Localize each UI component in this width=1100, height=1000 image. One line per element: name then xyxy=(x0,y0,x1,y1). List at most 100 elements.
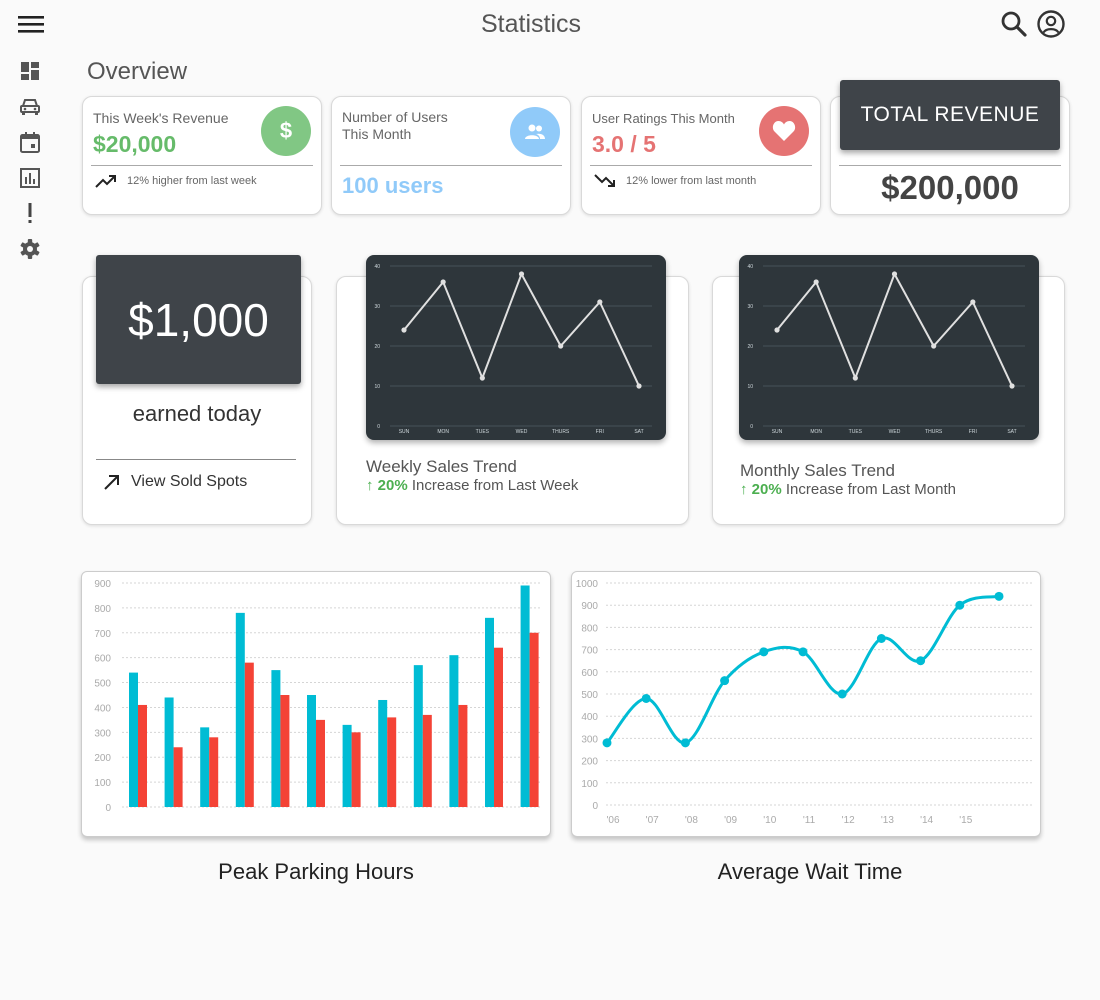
users-card: Number of Users This Month 100 users xyxy=(331,96,571,215)
y-tick-label: 200 xyxy=(94,753,111,764)
y-tick-label: 500 xyxy=(581,690,598,701)
weekly-revenue-card: This Week's Revenue $20,000 $ 12% higher… xyxy=(82,96,322,215)
ratings-label: User Ratings This Month xyxy=(592,111,735,126)
users-label: Number of Users This Month xyxy=(342,109,448,142)
y-tick-label: 0 xyxy=(377,424,380,430)
data-point xyxy=(931,343,937,349)
monthly-sales-chart: 0 10 20 30 40 SUN MON TUES WED THURS FRI SAT xyxy=(739,255,1039,440)
top-bar: Statistics xyxy=(0,0,1100,50)
x-tick-label: TUES xyxy=(476,429,490,435)
bar-chart-icon[interactable] xyxy=(17,165,43,191)
page-title: Statistics xyxy=(480,10,582,38)
y-tick-label: 700 xyxy=(581,646,598,657)
bar xyxy=(378,699,388,807)
y-tick-label: 600 xyxy=(581,668,598,679)
gear-icon[interactable] xyxy=(17,236,43,262)
bar xyxy=(200,727,210,807)
y-tick-label: 40 xyxy=(374,264,380,270)
data-point xyxy=(774,327,780,333)
data-point xyxy=(720,676,730,686)
x-tick-label: '12 xyxy=(842,815,855,826)
y-tick-label: 900 xyxy=(581,601,598,612)
bar xyxy=(422,714,432,807)
dashboard-icon[interactable] xyxy=(17,58,43,84)
bar xyxy=(413,665,423,807)
divider xyxy=(340,165,562,166)
divider xyxy=(839,165,1061,166)
y-tick-label: 400 xyxy=(94,703,111,714)
x-tick-label: SAT xyxy=(1007,429,1016,435)
x-tick-label: SUN xyxy=(399,429,410,435)
y-tick-label: 100 xyxy=(581,779,598,790)
trending-up-icon xyxy=(95,175,116,188)
wait-time-chart-card: 0 100 200 300 400 500 600 700 800 900 1000 '06 '07 '0… xyxy=(571,571,1041,837)
data-point xyxy=(970,299,976,305)
data-point xyxy=(994,591,1004,601)
x-tick-label: '10 xyxy=(763,815,776,826)
x-tick-label: THURS xyxy=(552,429,570,435)
y-tick-label: 10 xyxy=(747,384,753,390)
bar xyxy=(351,732,361,807)
data-point xyxy=(558,343,564,349)
x-tick-label: '09 xyxy=(724,815,737,826)
x-tick-label: '07 xyxy=(646,815,659,826)
data-point xyxy=(852,375,858,381)
y-tick-label: 800 xyxy=(94,604,111,615)
weekly-sales-title: Weekly Sales Trend xyxy=(366,457,517,476)
peak-parking-chart-card: 0 100 200 300 400 500 600 700 800 900 xyxy=(81,571,551,837)
y-tick-label: 20 xyxy=(374,344,380,350)
calendar-icon[interactable] xyxy=(17,129,43,155)
bar xyxy=(529,632,539,807)
users-value: 100 users xyxy=(342,173,444,198)
bar xyxy=(280,695,290,807)
y-tick-label: 0 xyxy=(750,424,753,430)
y-tick-label: 600 xyxy=(94,654,111,665)
x-tick-label: '15 xyxy=(959,815,972,826)
bar xyxy=(316,719,325,807)
x-tick-label: SAT xyxy=(634,429,643,435)
bar xyxy=(494,647,503,807)
data-point xyxy=(955,600,965,610)
x-tick-label: '14 xyxy=(920,815,933,826)
y-tick-label: 800 xyxy=(581,623,598,634)
account-circle-icon[interactable] xyxy=(1036,9,1066,39)
wait-time-chart: 0 100 200 300 400 500 600 700 800 900 1000 '06 '07 '0… xyxy=(576,579,1032,826)
data-point xyxy=(479,375,485,381)
x-tick-label: THURS xyxy=(925,429,943,435)
sidebar xyxy=(17,58,47,271)
dollar-icon: $ xyxy=(261,106,311,156)
data-point xyxy=(916,656,926,666)
earned-today-amount: $1,000 xyxy=(96,255,301,384)
view-sold-spots-link[interactable]: View Sold Spots xyxy=(103,473,247,491)
y-tick-label: 200 xyxy=(581,757,598,768)
y-tick-label: 300 xyxy=(94,728,111,739)
y-tick-label: 1000 xyxy=(576,579,599,590)
bar xyxy=(173,747,183,807)
car-icon[interactable] xyxy=(17,94,43,120)
bar xyxy=(235,612,245,807)
data-point xyxy=(891,271,898,277)
x-tick-label: '13 xyxy=(881,815,894,826)
data-point xyxy=(680,738,690,748)
y-tick-label: 400 xyxy=(581,712,598,723)
bar xyxy=(271,670,281,807)
y-tick-label: 0 xyxy=(105,803,111,814)
search-icon[interactable] xyxy=(999,9,1029,39)
data-point xyxy=(1009,383,1015,389)
x-tick-label: '11 xyxy=(803,815,816,826)
bar xyxy=(449,655,459,807)
bar xyxy=(485,617,494,807)
bar xyxy=(342,724,352,807)
data-point xyxy=(837,689,847,699)
y-tick-label: 30 xyxy=(747,304,753,310)
total-revenue-value: $200,000 xyxy=(881,169,1019,206)
y-tick-label: 10 xyxy=(374,384,380,390)
data-point xyxy=(597,299,603,305)
bar xyxy=(520,585,530,807)
data-point xyxy=(440,279,446,285)
x-tick-label: FRI xyxy=(596,429,604,435)
alert-icon[interactable] xyxy=(17,200,43,226)
peak-parking-chart: 0 100 200 300 400 500 600 700 800 900 xyxy=(94,579,542,814)
total-revenue-label: TOTAL REVENUE xyxy=(840,80,1060,150)
x-tick-label: SUN xyxy=(772,429,783,435)
